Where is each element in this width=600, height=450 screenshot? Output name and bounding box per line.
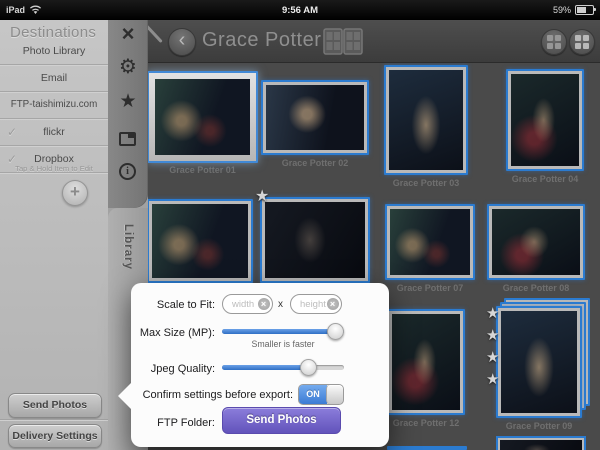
toggle-knob[interactable]	[326, 385, 343, 404]
back-chevron-icon: ‹	[179, 29, 186, 51]
popover-arrow	[118, 383, 131, 409]
photo-label: Grace Potter 08	[487, 283, 585, 293]
photo-thumbnail[interactable]: Grace Potter 12	[387, 309, 465, 415]
add-destination-button[interactable]: +	[62, 180, 88, 206]
clear-width-icon[interactable]: ×	[258, 298, 270, 310]
edit-hint-text: Tap & Hold Item to Edit	[0, 164, 108, 173]
grid-small-icon	[547, 35, 561, 49]
sidebar-item-ftp[interactable]: FTP-taishimizu.com	[0, 92, 108, 119]
export-settings-popover: Scale to Fit: × x × Max Size (MP): Small…	[131, 283, 389, 447]
app-window: iPad 9:56 AM 59% ‹ Grace Potter	[0, 0, 600, 450]
photo-thumbnail[interactable]	[496, 436, 586, 450]
scale-to-fit-label: Scale to Fit:	[135, 299, 215, 311]
photo-label: Grace Potter 02	[261, 158, 369, 168]
max-size-label: Max Size (MP):	[135, 327, 215, 339]
photo-label: Grace Potter 04	[506, 174, 584, 184]
sidebar-item-email[interactable]: Email	[0, 65, 108, 92]
photo-thumbnail[interactable]: Grace Potter 08	[487, 204, 585, 280]
check-icon: ✓	[7, 119, 17, 145]
star-rating-icon: ★	[486, 304, 499, 322]
popover-send-photos-button[interactable]: Send Photos	[222, 407, 341, 434]
tool-icon-group: × ⚙ ★ i	[108, 20, 148, 208]
gear-icon[interactable]: ⚙	[108, 54, 148, 79]
photo-thumbnail[interactable]: ★	[260, 197, 370, 283]
toggle-on-label: ON	[299, 385, 327, 404]
sidebar-item-photo-library[interactable]: Photo Library	[0, 38, 108, 65]
jpeg-quality-slider[interactable]	[222, 365, 344, 370]
delivery-settings-button[interactable]: Delivery Settings	[8, 424, 102, 448]
star-badge-icon: ★	[255, 186, 269, 206]
back-button[interactable]: ‹	[168, 28, 196, 56]
photo-thumbnail[interactable]: Grace Potter 07	[385, 204, 475, 280]
photo-label: Grace Potter 09	[496, 421, 582, 431]
battery-percent: 59%	[553, 5, 571, 15]
confirm-export-label: Confirm settings before export:	[135, 389, 293, 401]
max-size-slider[interactable]	[222, 329, 344, 334]
jpeg-quality-label: Jpeg Quality:	[135, 363, 215, 375]
info-icon[interactable]: i	[119, 163, 136, 180]
clock: 9:56 AM	[0, 5, 600, 16]
star-rating-icon: ★	[486, 348, 499, 366]
page-title: Grace Potter	[202, 29, 321, 52]
resize-icon[interactable]	[119, 132, 136, 146]
photo-thumbnail[interactable]	[147, 199, 253, 283]
battery-icon	[575, 5, 594, 15]
close-icon[interactable]: ×	[108, 21, 148, 47]
photo-thumbnail[interactable]: Grace Potter 04	[506, 69, 584, 171]
status-bar: iPad 9:56 AM 59%	[0, 0, 600, 20]
sidebar-item-flickr[interactable]: ✓ flickr	[0, 119, 108, 146]
send-photos-button[interactable]: Send Photos	[8, 393, 102, 418]
max-size-slider-thumb[interactable]	[327, 323, 344, 340]
divider	[0, 419, 108, 420]
photo-label: Grace Potter 07	[385, 283, 475, 293]
dimension-separator: x	[278, 299, 283, 310]
ftp-folder-label: FTP Folder:	[135, 417, 215, 429]
photo-thumbnail[interactable]: Grace Potter 03	[384, 65, 468, 175]
photo-thumbnail[interactable]: Grace Potter 02	[261, 80, 369, 155]
grid-large-icon	[575, 35, 589, 49]
clear-height-icon[interactable]: ×	[327, 298, 339, 310]
photo-stack-thumbnail[interactable]: ★ ★ ★ ★ Grace Potter 09	[496, 306, 582, 418]
library-tab-label: Library	[122, 224, 134, 270]
width-field[interactable]: ×	[222, 294, 273, 314]
destination-list: Photo Library Email FTP-taishimizu.com ✓…	[0, 38, 108, 173]
star-rating-icon: ★	[486, 326, 499, 344]
photo-thumbnail[interactable]	[387, 446, 467, 450]
small-thumbnails-button[interactable]	[541, 29, 567, 55]
star-rating-icon: ★	[486, 370, 499, 388]
album-spread-icon	[323, 28, 363, 55]
slider-caption: Smaller is faster	[222, 339, 344, 349]
height-field[interactable]: ×	[290, 294, 342, 314]
jpeg-quality-slider-thumb[interactable]	[300, 359, 317, 376]
photo-thumbnail[interactable]: Grace Potter 01	[147, 71, 258, 163]
confirm-export-toggle[interactable]: ON	[298, 384, 344, 405]
photo-label: Grace Potter 12	[387, 418, 465, 428]
photo-label: Grace Potter 01	[147, 165, 258, 175]
photo-label: Grace Potter 03	[384, 178, 468, 188]
large-thumbnails-button[interactable]	[569, 29, 595, 55]
grid-header: ‹ Grace Potter	[148, 20, 600, 63]
star-icon[interactable]: ★	[108, 90, 148, 113]
destinations-sidebar: Destinations Photo Library Email FTP-tai…	[0, 20, 108, 450]
